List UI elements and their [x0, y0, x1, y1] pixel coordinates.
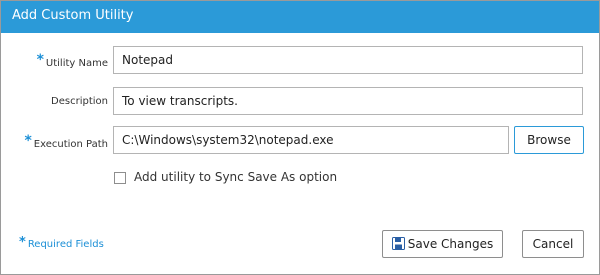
save-changes-label: Save Changes	[407, 237, 494, 251]
cancel-button[interactable]: Cancel	[522, 230, 584, 258]
utility-name-field[interactable]: Notepad	[113, 46, 583, 74]
add-custom-utility-dialog: Add Custom Utility * Utility Name Notepad…	[0, 0, 600, 275]
dialog-title: Add Custom Utility	[12, 8, 134, 23]
browse-button[interactable]: Browse	[514, 126, 584, 154]
required-marker: *	[36, 52, 44, 68]
dialog-titlebar: Add Custom Utility	[1, 1, 599, 33]
execution-path-label: * Execution Path	[24, 133, 108, 150]
required-marker: *	[24, 133, 32, 149]
required-marker: *	[19, 235, 26, 250]
execution-path-field[interactable]: C:\Windows\system32\notepad.exe	[113, 126, 509, 154]
sync-save-as-label[interactable]: Add utility to Sync Save As option	[134, 170, 337, 184]
utility-name-label: * Utility Name	[36, 52, 108, 69]
description-label: Description	[51, 96, 108, 107]
required-fields-note: * Required Fields	[19, 235, 104, 250]
floppy-disk-icon	[391, 233, 405, 250]
description-field[interactable]: To view transcripts.	[113, 87, 583, 115]
save-changes-button[interactable]: Save Changes	[382, 230, 503, 258]
sync-save-as-checkbox[interactable]	[114, 172, 126, 184]
